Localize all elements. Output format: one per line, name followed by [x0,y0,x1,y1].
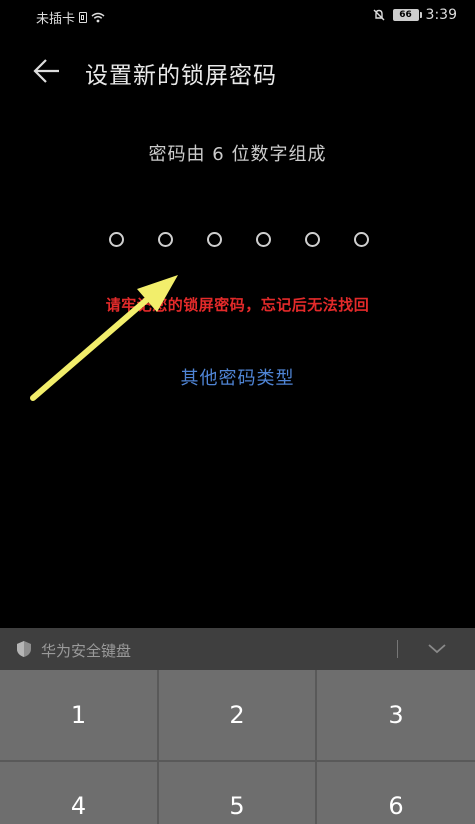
status-left: 未插卡 [36,8,105,27]
keyboard-header: 华为安全键盘 [0,628,475,670]
shield-icon [17,641,31,657]
back-button[interactable] [26,54,66,88]
pin-dot [207,232,222,247]
key-5[interactable]: 5 [159,762,315,824]
key-3[interactable]: 3 [317,670,475,760]
pin-dot [158,232,173,247]
battery-level: 66 [399,10,412,20]
status-bar: 未插卡 66 3:39 [0,0,475,32]
status-right: 66 3:39 [372,7,457,23]
battery-icon: 66 [392,9,422,21]
keypad: 1 2 3 4 5 6 [0,670,475,824]
pin-dot [109,232,124,247]
pin-dot [305,232,320,247]
carrier-text: 未插卡 [36,12,76,27]
key-4[interactable]: 4 [0,762,157,824]
divider [397,640,398,658]
header: 设置新的锁屏密码 [0,48,475,92]
key-1[interactable]: 1 [0,670,157,760]
collapse-keyboard-button[interactable] [420,638,454,660]
keyboard-title: 华为安全键盘 [41,642,132,660]
warning-text: 请牢记您的锁屏密码，忘记后无法找回 [105,296,370,314]
chevron-down-icon [428,644,446,654]
sim-icon [79,12,88,23]
pin-hint: 密码由 6 位数字组成 [148,144,327,165]
page-title: 设置新的锁屏密码 [85,63,277,89]
key-6[interactable]: 6 [317,762,475,824]
pin-dots [109,232,369,250]
mute-icon [373,9,385,21]
wifi-icon [91,12,105,23]
clock: 3:39 [425,7,457,23]
other-password-type-link[interactable]: 其他密码类型 [0,364,475,390]
pin-dot [256,232,271,247]
pin-dot [354,232,369,247]
key-2[interactable]: 2 [159,670,315,760]
arrow-left-icon [33,59,59,83]
